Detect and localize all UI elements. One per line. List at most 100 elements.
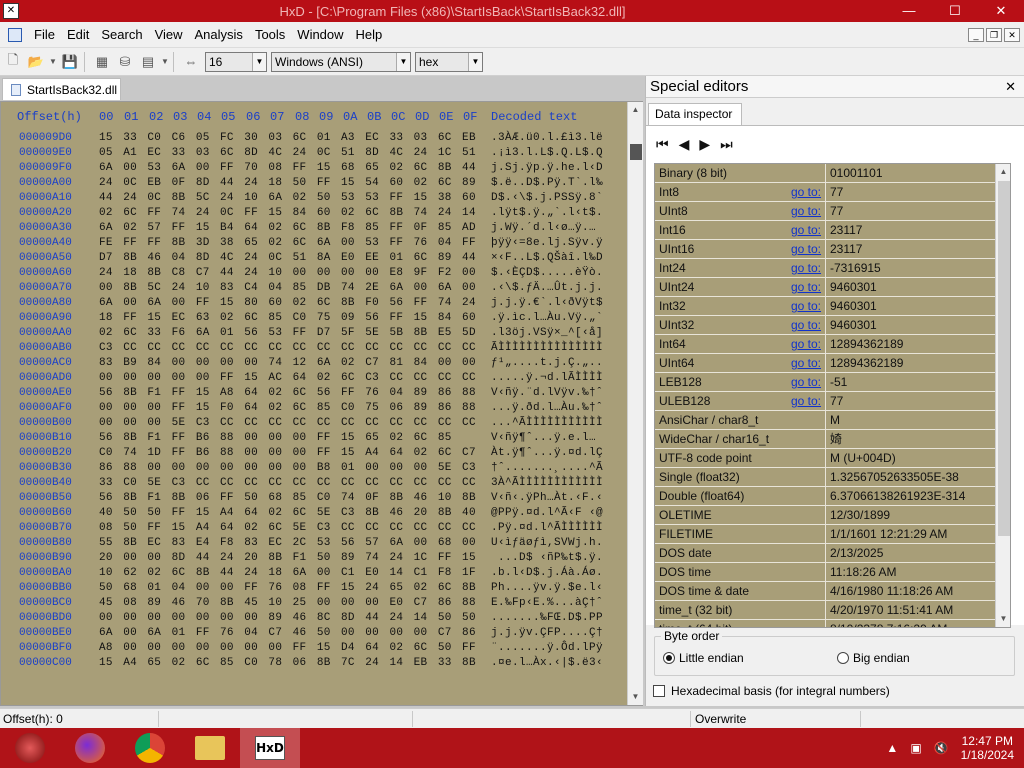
hex-row[interactable]: 00000AC0 83 B9 84 00 00 00 00 74 12 6A 02…: [1, 357, 628, 372]
row-decoded[interactable]: ...D$ ‹ñP‰t$.ÿ.: [491, 552, 603, 564]
hex-row[interactable]: 00000A20 02 6C FF 74 24 0C FF 15 84 60 02…: [1, 207, 628, 222]
inspector-row[interactable]: Binary (8 bit) 01001101: [655, 164, 995, 183]
inspector-value[interactable]: 8/10/2378 7:16:29 AM: [826, 620, 995, 627]
app-icon[interactable]: ✕: [3, 3, 19, 19]
hex-rows[interactable]: 000009D0 15 33 C0 C6 05 FC 30 03 6C 01 A3…: [1, 132, 628, 672]
scroll-up-icon[interactable]: ▲: [628, 102, 643, 118]
row-decoded[interactable]: j.j.ÿ.€`.l‹ðVÿt$: [491, 297, 603, 309]
row-bytes[interactable]: 05 A1 EC 33 03 6C 8D 4C 24 0C 51 8D 4C 2…: [99, 147, 476, 159]
go-to-link[interactable]: go to:: [791, 240, 821, 258]
row-bytes[interactable]: 83 B9 84 00 00 00 00 74 12 6A 02 C7 81 8…: [99, 357, 476, 369]
hex-row[interactable]: 000009E0 05 A1 EC 33 03 6C 8D 4C 24 0C 51…: [1, 147, 628, 162]
row-decoded[interactable]: j.j.ÿv.ÇFP....Ç†: [491, 627, 603, 639]
row-bytes[interactable]: D7 8B 46 04 8D 4C 24 0C 51 8A E0 EE 01 6…: [99, 252, 476, 264]
inspector-value[interactable]: 4/16/1980 11:18:26 AM: [826, 582, 995, 600]
inspector-row[interactable]: time_t (32 bit) 4/20/1970 11:51:41 AM: [655, 601, 995, 620]
hex-row[interactable]: 00000B20 C0 74 1D FF B6 88 00 00 00 FF 15…: [1, 447, 628, 462]
charset-select[interactable]: Windows (ANSI) ▼: [271, 51, 411, 72]
hex-row[interactable]: 00000A00 24 0C EB 0F 8D 44 24 18 50 FF 15…: [1, 177, 628, 192]
hex-row[interactable]: 00000BF0 A8 00 00 00 00 00 00 00 FF 15 D4…: [1, 642, 628, 657]
hex-editor[interactable]: Offset(h) 00 01 02 03 04 05 06 07 08 09 …: [0, 101, 643, 706]
inspector-value[interactable]: 6.37066138261923E-314: [826, 487, 995, 505]
hex-scrollbar[interactable]: ▲ ▼: [627, 102, 643, 705]
inspector-row[interactable]: Single (float32) 1.32567052633505E-38: [655, 468, 995, 487]
start-button[interactable]: [0, 728, 60, 768]
hex-row[interactable]: 00000B10 56 8B F1 FF B6 88 00 00 00 FF 15…: [1, 432, 628, 447]
row-bytes[interactable]: 00 00 00 00 00 00 00 89 46 8C 8D 44 24 1…: [99, 612, 476, 624]
menu-analysis[interactable]: Analysis: [189, 27, 249, 42]
scroll-thumb[interactable]: [630, 144, 642, 160]
inspector-value[interactable]: 11:18:26 AM: [826, 563, 995, 581]
scroll-down-icon[interactable]: ▼: [996, 611, 1010, 627]
chevron-down-icon[interactable]: ▼: [468, 52, 482, 71]
next-icon[interactable]: ▶: [699, 136, 710, 153]
previous-icon[interactable]: ◀: [679, 136, 690, 153]
hex-row[interactable]: 00000AE0 56 8B F1 FF 15 A8 64 02 6C 56 FF…: [1, 387, 628, 402]
new-file-icon[interactable]: 🗋: [3, 52, 23, 72]
hex-row[interactable]: 00000A80 6A 00 6A 00 FF 15 80 60 02 6C 8B…: [1, 297, 628, 312]
tab-data-inspector[interactable]: Data inspector: [648, 103, 742, 125]
display-mode-select[interactable]: hex ▼: [415, 51, 483, 72]
close-icon[interactable]: ✕: [1005, 79, 1016, 95]
close-button[interactable]: ✕: [978, 0, 1024, 22]
hex-row[interactable]: 00000BE0 6A 00 6A 01 FF 76 04 C7 46 50 00…: [1, 627, 628, 642]
taskbar-hxd[interactable]: HxD: [240, 728, 300, 768]
row-bytes[interactable]: 00 00 00 00 00 FF 15 AC 64 02 6C C3 CC C…: [99, 372, 476, 384]
inspector-row[interactable]: AnsiChar / char8_t M: [655, 411, 995, 430]
row-decoded[interactable]: @PPÿ.¤d.l^Ã‹F ‹@: [491, 507, 603, 519]
row-bytes[interactable]: 08 50 FF 15 A4 64 02 6C 5E C3 CC CC CC C…: [99, 522, 476, 534]
inspector-value[interactable]: 2/13/2025: [826, 544, 995, 562]
row-bytes[interactable]: 10 62 02 6C 8B 44 24 18 6A 00 C1 E0 14 C…: [99, 567, 476, 579]
inspector-value[interactable]: 77: [826, 392, 995, 410]
scroll-thumb[interactable]: [998, 181, 1010, 536]
go-to-link[interactable]: go to:: [791, 278, 821, 296]
go-to-link[interactable]: go to:: [791, 259, 821, 277]
inspector-row[interactable]: Double (float64) 6.37066138261923E-314: [655, 487, 995, 506]
scroll-up-icon[interactable]: ▲: [996, 164, 1010, 180]
row-decoded[interactable]: E.‰Fp‹E.%...àÇ†ˆ: [491, 597, 603, 609]
hex-row[interactable]: 00000AA0 02 6C 33 F6 6A 01 56 53 FF D7 5F…: [1, 327, 628, 342]
inspector-row[interactable]: UInt32 go to: 9460301: [655, 316, 995, 335]
row-decoded[interactable]: V‹ñÿ¶ˆ...ÿ.e.l…: [491, 432, 596, 444]
open-folder-icon[interactable]: 📂: [26, 52, 46, 72]
row-decoded[interactable]: .3ÀÆ.ü0.l.£ì3.lë: [491, 132, 603, 144]
go-to-link[interactable]: go to:: [791, 297, 821, 315]
row-decoded[interactable]: .......‰FŒ.D$.PP: [491, 612, 603, 624]
menu-tools[interactable]: Tools: [249, 27, 291, 42]
document-icon[interactable]: [8, 27, 22, 42]
taskbar-file-explorer[interactable]: [180, 728, 240, 768]
hex-row[interactable]: 00000B60 40 50 50 FF 15 A4 64 02 6C 5E C3…: [1, 507, 628, 522]
hex-row[interactable]: 00000BD0 00 00 00 00 00 00 00 89 46 8C 8D…: [1, 612, 628, 627]
inspector-value[interactable]: 9460301: [826, 278, 995, 296]
taskbar-firefox[interactable]: [60, 728, 120, 768]
go-to-link[interactable]: go to:: [791, 316, 821, 334]
row-decoded[interactable]: .‹\$.ƒÄ.…Ût.j.j.: [491, 282, 603, 294]
inspector-value[interactable]: M: [826, 411, 995, 429]
hex-row[interactable]: 000009D0 15 33 C0 C6 05 FC 30 03 6C 01 A3…: [1, 132, 628, 147]
inspector-value[interactable]: 9460301: [826, 316, 995, 334]
inspector-value[interactable]: 77: [826, 202, 995, 220]
row-bytes[interactable]: C3 CC CC CC CC CC CC CC CC CC CC CC CC C…: [99, 342, 476, 354]
row-decoded[interactable]: V‹ñÿ.¨d.lVÿv.‰†ˆ: [491, 387, 603, 399]
row-decoded[interactable]: 3À^ÃÌÌÌÌÌÌÌÌÌÌÌÌ: [491, 477, 603, 489]
go-to-link[interactable]: go to:: [791, 354, 821, 372]
mdi-restore-icon[interactable]: ❐: [986, 27, 1002, 42]
inspector-value[interactable]: 婍: [826, 430, 995, 448]
last-icon[interactable]: ⏭: [720, 136, 733, 153]
row-decoded[interactable]: D$.‹\$.j.PSSÿ.8`: [491, 192, 603, 204]
row-bytes[interactable]: A8 00 00 00 00 00 00 00 FF 15 D4 64 02 6…: [99, 642, 476, 654]
chevron-down-icon[interactable]: ▼: [396, 52, 410, 71]
row-decoded[interactable]: U‹ìƒäøƒì,SVWj.h.: [491, 537, 603, 549]
inspector-row[interactable]: UTF-8 code point M (U+004D): [655, 449, 995, 468]
row-decoded[interactable]: .....ÿ.¬d.lÃÌÌÌÌ: [491, 372, 603, 384]
menu-search[interactable]: Search: [95, 27, 148, 42]
go-to-link[interactable]: go to:: [791, 183, 821, 201]
hex-row[interactable]: 00000BC0 45 08 89 46 70 8B 45 10 25 00 00…: [1, 597, 628, 612]
inspector-value[interactable]: 23117: [826, 221, 995, 239]
minimize-button[interactable]: —: [886, 0, 932, 22]
row-bytes[interactable]: 6A 02 57 FF 15 B4 64 02 6C 8B F8 85 FF 0…: [99, 222, 476, 234]
mdi-minimize-icon[interactable]: _: [968, 27, 984, 42]
row-bytes[interactable]: 86 88 00 00 00 00 00 00 00 B8 01 00 00 0…: [99, 462, 476, 474]
taskbar-chrome[interactable]: [120, 728, 180, 768]
row-decoded[interactable]: V‹ñ‹.ÿPh…Àt.‹F.‹: [491, 492, 603, 504]
